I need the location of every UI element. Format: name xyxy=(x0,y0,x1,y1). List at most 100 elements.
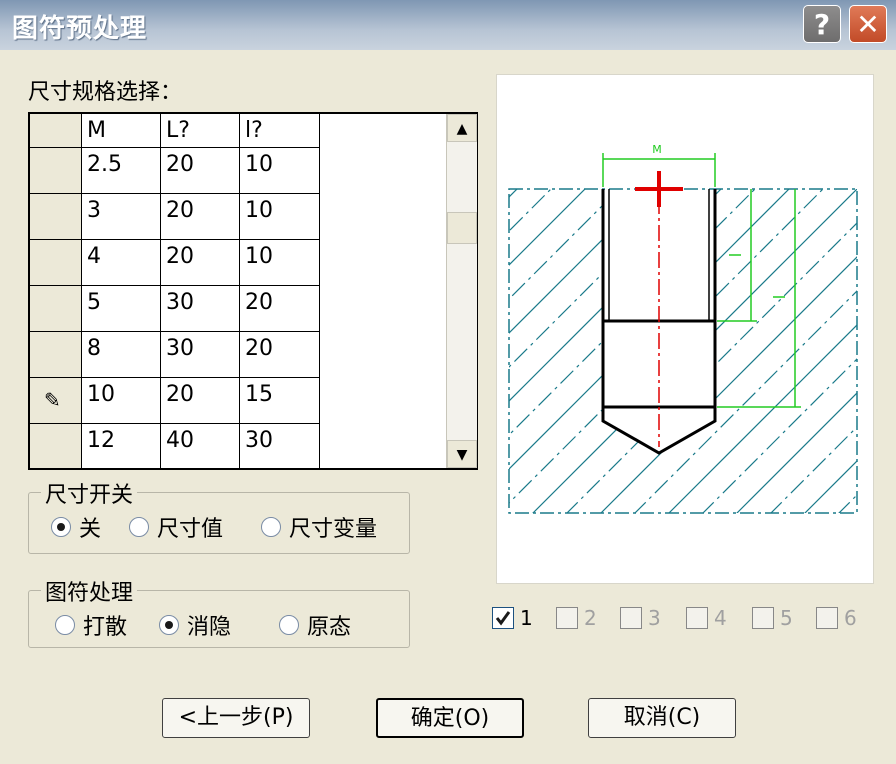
radio-icon xyxy=(55,615,75,635)
table-cell[interactable]: 12 xyxy=(82,424,161,468)
radio-icon xyxy=(51,517,71,537)
checkbox-icon xyxy=(752,607,774,629)
view-checkbox-6[interactable]: 6 xyxy=(816,606,857,630)
column-header[interactable]: M xyxy=(82,114,161,148)
hatch-line xyxy=(871,185,875,515)
row-header[interactable] xyxy=(30,240,82,286)
table-corner xyxy=(30,114,82,148)
column-header[interactable]: L? xyxy=(161,114,240,148)
hatch-line xyxy=(509,189,760,513)
symbol-preview: M xyxy=(496,74,874,584)
radio-icon xyxy=(261,517,281,537)
window-title: 图符预处理 xyxy=(12,14,148,44)
view-checkbox-2[interactable]: 2 xyxy=(556,606,597,630)
spec-table[interactable]: M L? l? 2.5 20 10 3 20 10 4 20 10 5 30 20 8 30 20 ✎ 10 20 15 1… xyxy=(28,112,478,470)
radio-icon xyxy=(159,615,179,635)
hatch-line xyxy=(509,189,794,513)
table-cell[interactable]: 30 xyxy=(161,332,240,378)
scroll-down-icon[interactable]: ▼ xyxy=(447,440,477,468)
table-cell[interactable]: 10 xyxy=(82,378,161,424)
scroll-up-icon[interactable]: ▲ xyxy=(447,114,477,142)
hatch-line xyxy=(836,189,857,513)
symbol-processing-legend: 图符处理 xyxy=(41,575,138,607)
section-hatch xyxy=(509,185,875,515)
view-label: 4 xyxy=(714,606,727,630)
radio-icon xyxy=(279,615,299,635)
dimension-label: M xyxy=(652,143,662,156)
table-cell[interactable]: 10 xyxy=(240,194,320,240)
table-cell[interactable]: 15 xyxy=(240,378,320,424)
row-header[interactable] xyxy=(30,332,82,378)
hatch-line xyxy=(802,189,857,513)
row-header[interactable] xyxy=(30,424,82,468)
row-header[interactable] xyxy=(30,286,82,332)
table-cell[interactable]: 20 xyxy=(161,378,240,424)
cancel-button[interactable]: 取消(C) xyxy=(588,698,736,738)
checkbox-icon xyxy=(620,607,642,629)
radio-hide[interactable]: 消隐 xyxy=(159,609,231,641)
dimension-switch-group: 尺寸开关 关 尺寸值 尺寸变量 xyxy=(28,477,410,554)
view-checkbox-1[interactable]: 1 xyxy=(492,606,533,630)
radio-label: 尺寸变量 xyxy=(289,517,378,542)
hatch-line xyxy=(632,189,857,513)
row-header[interactable] xyxy=(30,148,82,194)
dimension-switch-legend: 尺寸开关 xyxy=(41,477,138,509)
close-button[interactable]: ✕ xyxy=(849,5,887,43)
radio-dim-variable[interactable]: 尺寸变量 xyxy=(261,511,377,543)
hatch-line xyxy=(509,189,658,513)
view-label: 5 xyxy=(780,606,793,630)
radio-label: 打散 xyxy=(83,615,128,640)
radio-dim-off[interactable]: 关 xyxy=(51,511,101,543)
table-cell[interactable]: 3 xyxy=(82,194,161,240)
table-cell[interactable]: 30 xyxy=(161,286,240,332)
view-checkbox-5[interactable]: 5 xyxy=(752,606,793,630)
view-label: 2 xyxy=(584,606,597,630)
table-cell[interactable]: 4 xyxy=(82,240,161,286)
scroll-thumb[interactable] xyxy=(447,212,477,244)
table-cell[interactable]: 2.5 xyxy=(82,148,161,194)
hatch-line xyxy=(734,189,857,513)
hatch-line xyxy=(598,189,857,513)
radio-label: 消隐 xyxy=(187,615,232,640)
radio-label: 尺寸值 xyxy=(157,517,224,542)
ok-button[interactable]: 确定(O) xyxy=(376,698,524,738)
spec-label: 尺寸规格选择： xyxy=(28,80,183,105)
hatch-line xyxy=(666,189,857,513)
row-header[interactable] xyxy=(30,194,82,240)
table-cell[interactable]: 5 xyxy=(82,286,161,332)
view-checkbox-3[interactable]: 3 xyxy=(620,606,661,630)
table-cell[interactable]: 20 xyxy=(240,286,320,332)
prev-step-button[interactable]: <上一步(P) xyxy=(162,698,310,738)
table-cell[interactable]: 20 xyxy=(161,240,240,286)
radio-explode[interactable]: 打散 xyxy=(55,609,127,641)
hatch-line xyxy=(509,189,726,513)
table-cell[interactable]: 10 xyxy=(240,148,320,194)
radio-dim-value[interactable]: 尺寸值 xyxy=(129,511,223,543)
radio-icon xyxy=(129,517,149,537)
view-checkbox-4[interactable]: 4 xyxy=(686,606,727,630)
hatch-line xyxy=(509,189,828,513)
column-header[interactable]: l? xyxy=(240,114,320,148)
view-label: 1 xyxy=(520,606,533,630)
table-cell[interactable]: 10 xyxy=(240,240,320,286)
table-cell[interactable]: 8 xyxy=(82,332,161,378)
title-bar[interactable]: 图符预处理 ? ✕ xyxy=(0,0,896,50)
table-cell[interactable]: 30 xyxy=(240,424,320,468)
table-cell[interactable]: 20 xyxy=(161,148,240,194)
table-cell[interactable]: 40 xyxy=(161,424,240,468)
radio-label: 关 xyxy=(79,517,102,542)
hatch-line xyxy=(530,189,857,513)
hatch-line xyxy=(509,189,590,513)
table-cell[interactable]: 20 xyxy=(161,194,240,240)
view-label: 3 xyxy=(648,606,661,630)
table-cell[interactable]: 20 xyxy=(240,332,320,378)
row-header[interactable]: ✎ xyxy=(30,378,82,424)
radio-original[interactable]: 原态 xyxy=(279,609,351,641)
view-label: 6 xyxy=(844,606,857,630)
help-button[interactable]: ? xyxy=(803,5,841,43)
symbol-processing-group: 图符处理 打散 消隐 原态 xyxy=(28,575,410,648)
hatch-line xyxy=(564,189,857,513)
preview-drawing: M xyxy=(508,143,875,515)
pencil-icon: ✎ xyxy=(44,388,61,412)
table-scrollbar[interactable]: ▲ ▼ xyxy=(446,114,477,468)
